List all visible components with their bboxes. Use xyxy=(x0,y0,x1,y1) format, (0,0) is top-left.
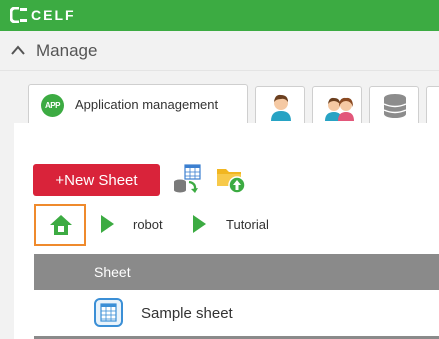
tab-bar: APP Application management xyxy=(0,71,439,123)
table-row[interactable]: Sample sheet xyxy=(34,290,439,337)
home-icon xyxy=(50,215,72,235)
chevron-up-icon[interactable] xyxy=(10,43,26,57)
tab-more[interactable] xyxy=(426,86,439,123)
database-icon xyxy=(383,94,407,118)
app-badge-icon: APP xyxy=(41,94,64,117)
breadcrumb-item-tutorial[interactable]: Tutorial xyxy=(226,217,269,232)
sheet-import-icon[interactable] xyxy=(172,164,204,194)
breadcrumb-home[interactable] xyxy=(34,204,86,246)
tab-application-management[interactable]: APP Application management xyxy=(28,84,248,123)
logo-text: CELF xyxy=(31,7,76,23)
tab-user[interactable] xyxy=(255,86,305,123)
table-header: Sheet xyxy=(34,254,439,290)
user-icon xyxy=(271,94,291,121)
sheet-name[interactable]: Sample sheet xyxy=(141,305,233,322)
users-group-icon xyxy=(325,97,354,121)
sheet-icon xyxy=(94,298,123,327)
folder-upload-icon[interactable] xyxy=(215,164,247,194)
app-header: CELF xyxy=(0,0,439,31)
manage-label: Manage xyxy=(36,41,98,60)
tab-database[interactable] xyxy=(369,86,419,123)
chevron-right-icon xyxy=(193,215,206,233)
chevron-right-icon xyxy=(101,215,114,233)
new-sheet-button[interactable]: +New Sheet xyxy=(33,164,160,196)
app-logo[interactable]: CELF xyxy=(9,6,76,24)
manage-bar[interactable]: Manage xyxy=(0,31,439,71)
tab-label: Application management xyxy=(75,97,219,112)
breadcrumb-item-robot[interactable]: robot xyxy=(133,217,163,232)
column-header-sheet[interactable]: Sheet xyxy=(94,264,131,280)
tab-users-group[interactable] xyxy=(312,86,362,123)
left-rail xyxy=(0,123,14,339)
celf-logo-icon xyxy=(9,6,28,24)
breadcrumb: robot Tutorial xyxy=(34,204,439,246)
